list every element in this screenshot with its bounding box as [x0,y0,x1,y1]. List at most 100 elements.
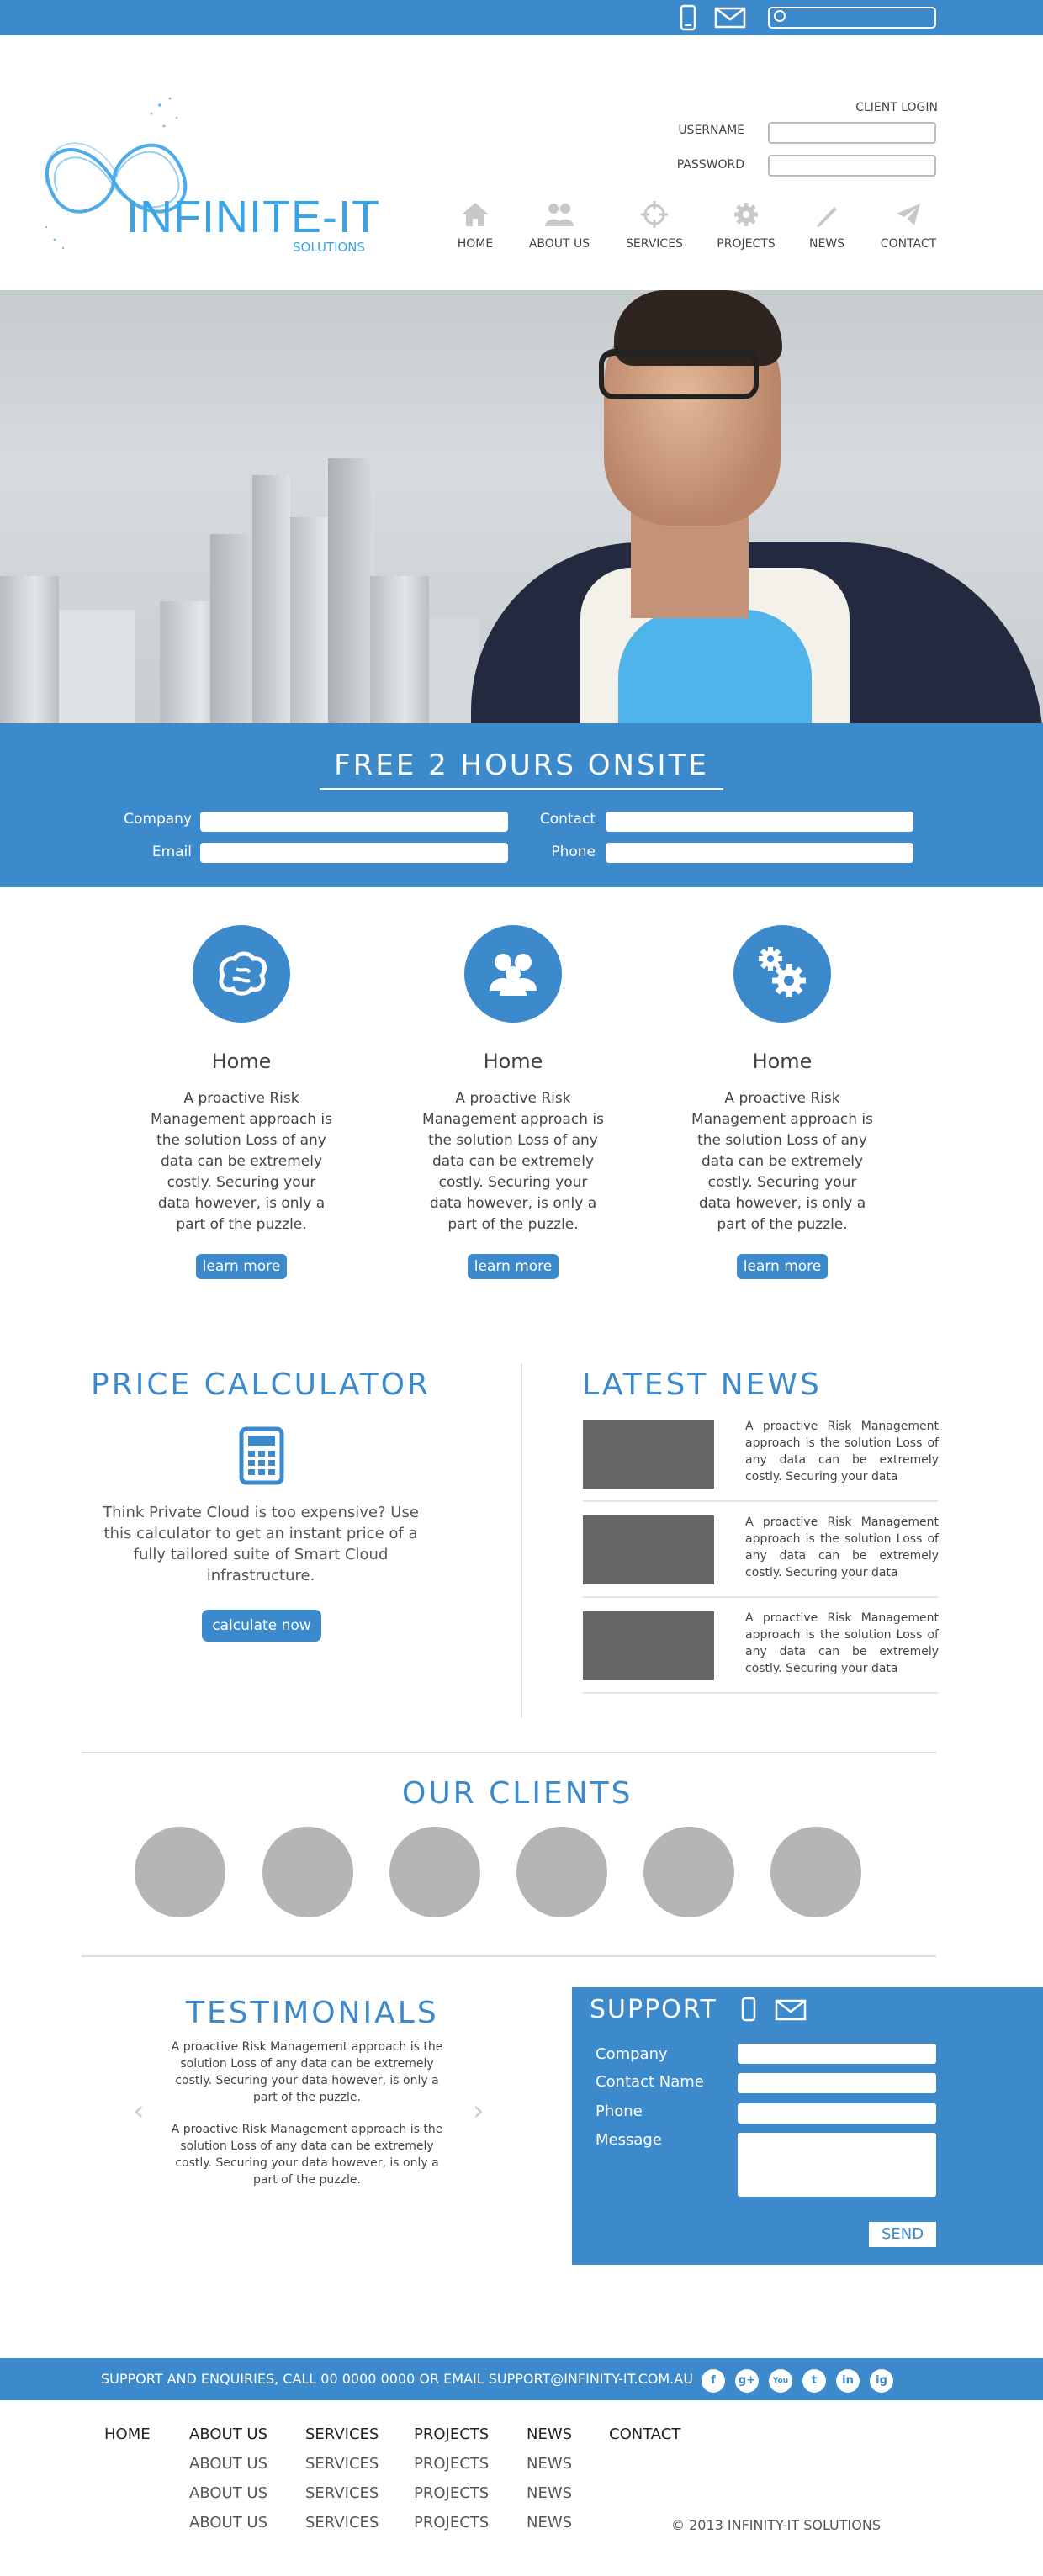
username-label: USERNAME [678,124,744,137]
footer-link[interactable]: ABOUT US [189,2484,267,2514]
brain-icon [193,925,290,1023]
nav-item-news[interactable]: NEWS [806,200,848,259]
next-arrow-icon[interactable]: › [473,2094,484,2128]
footer-link[interactable]: SERVICES [305,2455,379,2484]
search-icon [774,10,786,22]
footer-link[interactable]: PROJECTS [414,2484,489,2514]
news-thumbnail[interactable] [583,1420,714,1489]
nav-label: HOME [457,237,494,251]
news-thumbnail[interactable] [583,1515,714,1584]
footer-link[interactable]: ABOUT US [189,2455,267,2484]
users-icon [464,925,562,1023]
free-onsite-title: FREE 2 HOURS ONSITE [334,748,709,782]
company-field[interactable] [200,812,508,832]
feature-card: Home A proactive Risk Management approac… [140,925,342,1279]
twitter-icon[interactable]: t [802,2369,826,2393]
client-logo[interactable] [389,1827,480,1917]
client-logo[interactable] [643,1827,734,1917]
phone-field[interactable] [606,843,913,863]
facebook-icon[interactable]: f [702,2369,725,2393]
footer-contact-text: SUPPORT AND ENQUIRIES, CALL 00 0000 0000… [101,2371,693,2387]
phone-icon[interactable] [680,4,696,31]
username-field[interactable] [768,122,936,144]
copyright: © 2013 INFINITY-IT SOLUTIONS [671,2517,881,2533]
mail-icon [775,1999,807,2021]
nav-item-about[interactable]: ABOUT US [526,200,593,259]
brand-name: INFINITE-IT [126,192,380,242]
prev-arrow-icon[interactable]: ‹ [133,2094,145,2128]
column-divider [521,1364,522,1717]
client-logo[interactable] [516,1827,607,1917]
nav-label: SERVICES [626,237,683,251]
footer-link[interactable]: SERVICES [305,2484,379,2514]
learn-more-button[interactable]: learn more [467,1254,559,1279]
price-calculator-title: PRICE CALCULATOR [91,1367,431,1402]
search-input[interactable] [788,10,931,25]
footer-link[interactable]: ABOUT US [189,2514,267,2543]
home-icon [462,203,489,226]
footer-link[interactable]: PROJECTS [414,2425,489,2455]
calculate-now-button[interactable]: calculate now [202,1610,321,1642]
logo[interactable]: INFINITE-IT SOLUTIONS [34,80,387,265]
search-box[interactable] [768,7,936,29]
people-icon [545,204,574,226]
news-text: A proactive Risk Management approach is … [745,1515,939,1579]
section-divider [82,1955,936,1957]
support-panel [572,1987,1043,2265]
footer-link[interactable]: NEWS [527,2425,572,2455]
mail-icon[interactable] [714,7,746,29]
footer-link[interactable]: NEWS [527,2514,572,2543]
client-logo[interactable] [770,1827,861,1917]
footer-link[interactable]: SERVICES [305,2514,379,2543]
send-button[interactable]: SEND [869,2222,936,2247]
email-label: Email [151,844,192,860]
nav-item-projects[interactable]: PROJECTS [712,200,780,259]
feature-title: Home [483,1050,543,1073]
footer-link[interactable]: NEWS [527,2484,572,2514]
hero-image [0,290,1043,727]
client-login-title: CLIENT LOGIN [855,101,938,114]
email-field[interactable] [200,843,508,863]
support-company-field[interactable] [738,2044,936,2064]
instagram-icon[interactable]: ig [870,2369,893,2393]
feature-card: Home A proactive Risk Management approac… [681,925,883,1279]
support-message-label: Message [596,2131,662,2149]
nav-item-home[interactable]: HOME [454,200,496,259]
title-underline [320,788,723,790]
google-plus-icon[interactable]: g+ [735,2369,759,2393]
nav-item-contact[interactable]: CONTACT [875,200,942,259]
learn-more-button[interactable]: learn more [736,1254,829,1279]
footer-col-services: SERVICES SERVICES SERVICES SERVICES [305,2425,379,2543]
news-divider [583,1596,938,1598]
footer-link[interactable]: PROJECTS [414,2455,489,2484]
nav-label: PROJECTS [717,237,776,251]
password-field[interactable] [768,155,936,177]
gears-icon [733,925,831,1023]
contact-label: Contact [539,811,596,828]
footer-link[interactable]: SERVICES [305,2425,379,2455]
footer-col-home: HOME [104,2425,151,2455]
feature-body: A proactive Risk Management approach is … [151,1090,332,1233]
footer-link[interactable]: HOME [104,2425,151,2455]
footer-col-news: NEWS NEWS NEWS NEWS [527,2425,572,2543]
support-contact-field[interactable] [738,2073,936,2093]
testimonial-quote: A proactive Risk Management approach is … [171,2123,443,2187]
youtube-icon[interactable]: You [769,2369,792,2393]
support-phone-field[interactable] [738,2103,936,2124]
top-bar [0,0,1043,35]
client-logo[interactable] [262,1827,353,1917]
news-text: A proactive Risk Management approach is … [745,1420,939,1484]
footer-link[interactable]: ABOUT US [189,2425,267,2455]
brand-sub: SOLUTIONS [293,240,366,255]
footer-col-about: ABOUT US ABOUT US ABOUT US ABOUT US [189,2425,267,2543]
nav-item-services[interactable]: SERVICES [621,200,688,259]
footer-link[interactable]: NEWS [527,2455,572,2484]
linkedin-icon[interactable]: in [836,2369,860,2393]
footer-link[interactable]: CONTACT [609,2425,680,2455]
footer-link[interactable]: PROJECTS [414,2514,489,2543]
learn-more-button[interactable]: learn more [195,1254,288,1279]
contact-field[interactable] [606,812,913,832]
client-logo[interactable] [135,1827,225,1917]
support-message-field[interactable] [738,2133,936,2197]
news-thumbnail[interactable] [583,1611,714,1680]
